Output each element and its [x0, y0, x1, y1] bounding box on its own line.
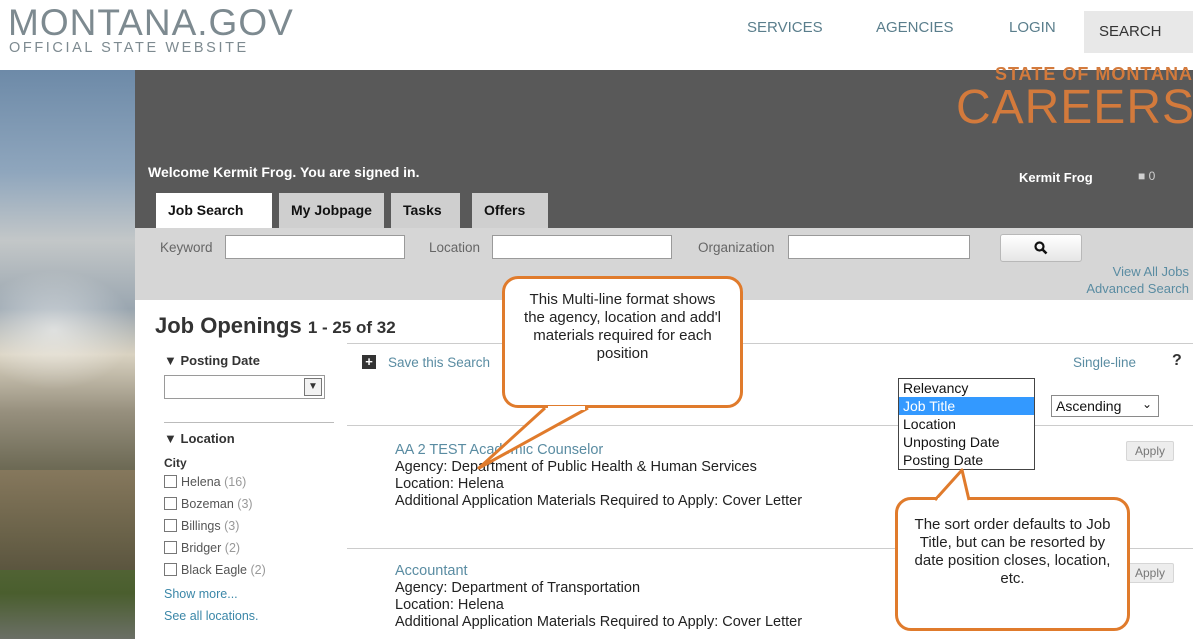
sort-option-location[interactable]: Location: [899, 415, 1034, 433]
background-landscape-image: [0, 70, 135, 639]
chevron-down-icon: ⌄: [1141, 397, 1152, 411]
search-button[interactable]: [1000, 234, 1082, 262]
page-title-text: Job Openings: [155, 313, 302, 338]
annotation-callout-multiline: This Multi-line format shows the agency,…: [502, 276, 743, 408]
see-all-locations-link[interactable]: See all locations.: [164, 609, 259, 623]
location-input[interactable]: [492, 235, 672, 259]
facet-location-label: Location: [180, 431, 235, 446]
city-name: Black Eagle: [181, 563, 248, 577]
nav-login-link[interactable]: LOGIN: [1009, 19, 1056, 36]
show-more-link[interactable]: Show more...: [164, 587, 238, 601]
checkbox[interactable]: [164, 519, 177, 532]
plus-icon[interactable]: +: [362, 355, 376, 369]
city-count: (2): [250, 563, 266, 577]
view-all-jobs-link[interactable]: View All Jobs: [1113, 264, 1189, 279]
user-name-link[interactable]: Kermit Frog: [1019, 170, 1093, 185]
city-filter-bridger[interactable]: Bridger (2): [164, 541, 240, 555]
checkbox[interactable]: [164, 497, 177, 510]
job-title-link[interactable]: Accountant: [395, 563, 802, 579]
keyword-label: Keyword: [160, 240, 213, 255]
sort-direction-value: Ascending: [1056, 398, 1122, 414]
page-title: Job Openings 1 - 25 of 32: [155, 313, 396, 339]
sort-by-dropdown[interactable]: Relevancy Job Title Location Unposting D…: [898, 378, 1035, 470]
background-cloud: [0, 270, 135, 390]
background-cliff: [0, 470, 135, 570]
city-filter-helena[interactable]: Helena (16): [164, 475, 246, 489]
city-name: Helena: [181, 475, 221, 489]
results-count: 1 - 25 of 32: [307, 318, 396, 337]
location-label: Location: [429, 240, 481, 255]
job-agency: Agency: Department of Public Health & Hu…: [395, 459, 757, 475]
checkbox[interactable]: [164, 563, 177, 576]
tab-offers[interactable]: Offers: [472, 193, 548, 228]
city-name: Bridger: [181, 541, 222, 555]
site-logo[interactable]: MONTANA.GOV: [8, 2, 294, 44]
careers-banner: STATE OF MONTANA CAREERS Welcome Kermit …: [135, 64, 1193, 229]
sort-option-posting-date[interactable]: Posting Date: [899, 451, 1034, 469]
city-count: (16): [224, 475, 247, 489]
cart-icon: ■: [1138, 169, 1146, 183]
advanced-search-link[interactable]: Advanced Search: [1086, 281, 1189, 296]
triangle-down-icon: ▼: [164, 353, 177, 368]
checkbox[interactable]: [164, 541, 177, 554]
results-toolbar: + Save this Search Single-line ? Ascendi…: [347, 343, 1193, 426]
job-location: Location: Helena: [395, 476, 504, 492]
nav-services-link[interactable]: SERVICES: [747, 19, 823, 36]
apply-button[interactable]: Apply: [1126, 563, 1174, 583]
job-title-link[interactable]: AA 2 TEST Academic Counselor: [395, 442, 802, 458]
city-count: (3): [224, 519, 240, 533]
search-icon: [1034, 241, 1048, 255]
site-logo-subtitle: OFFICIAL STATE WEBSITE: [9, 40, 249, 56]
organization-label: Organization: [698, 240, 775, 255]
city-count: (2): [224, 541, 241, 555]
sort-option-relevancy[interactable]: Relevancy: [899, 379, 1034, 397]
facet-city-title: City: [164, 456, 187, 470]
organization-input[interactable]: [788, 235, 970, 259]
city-filter-billings[interactable]: Billings (3): [164, 519, 239, 533]
city-filter-bozeman[interactable]: Bozeman (3): [164, 497, 253, 511]
facet-posting-date-label: Posting Date: [180, 353, 260, 368]
facet-posting-date-title[interactable]: ▼ Posting Date: [164, 353, 260, 368]
cart-count: 0: [1148, 169, 1156, 183]
job-listing: AA 2 TEST Academic Counselor Agency: Dep…: [395, 442, 802, 509]
facet-divider: [164, 422, 334, 423]
single-line-toggle[interactable]: Single-line: [1073, 355, 1136, 370]
job-location: Location: Helena: [395, 597, 504, 613]
facet-location-title[interactable]: ▼ Location: [164, 431, 235, 446]
welcome-message: Welcome Kermit Frog. You are signed in.: [148, 164, 420, 180]
city-name: Billings: [181, 519, 221, 533]
tab-tasks[interactable]: Tasks: [391, 193, 460, 228]
job-listing: Accountant Agency: Department of Transpo…: [395, 563, 802, 630]
tab-job-search[interactable]: Job Search: [156, 193, 272, 229]
apply-button[interactable]: Apply: [1126, 441, 1174, 461]
sort-direction-select[interactable]: Ascending ⌄: [1051, 395, 1159, 417]
annotation-callout-sort-order: The sort order defaults to Job Title, bu…: [895, 497, 1130, 631]
sort-option-job-title[interactable]: Job Title: [899, 397, 1034, 415]
nav-search-button[interactable]: SEARCH: [1084, 11, 1193, 53]
city-name: Bozeman: [181, 497, 234, 511]
city-count: (3): [237, 497, 253, 511]
cart-indicator[interactable]: ■ 0: [1138, 169, 1155, 183]
sort-option-unposting-date[interactable]: Unposting Date: [899, 433, 1034, 451]
job-agency: Agency: Department of Transportation: [395, 580, 641, 596]
site-header: MONTANA.GOV OFFICIAL STATE WEBSITE SERVI…: [0, 0, 1193, 70]
job-materials: Additional Application Materials Require…: [395, 493, 803, 509]
chevron-down-icon: ▼: [304, 378, 322, 396]
nav-agencies-link[interactable]: AGENCIES: [876, 19, 954, 36]
keyword-input[interactable]: [225, 235, 405, 259]
help-icon[interactable]: ?: [1172, 352, 1182, 370]
checkbox[interactable]: [164, 475, 177, 488]
job-materials: Additional Application Materials Require…: [395, 614, 803, 630]
triangle-down-icon: ▼: [164, 431, 177, 446]
save-search-link[interactable]: Save this Search: [388, 355, 490, 370]
city-filter-black-eagle[interactable]: Black Eagle (2): [164, 563, 266, 577]
posting-date-select[interactable]: ▼: [164, 375, 325, 399]
careers-title: CAREERS: [955, 81, 1193, 134]
tab-my-jobpage[interactable]: My Jobpage: [279, 193, 384, 228]
